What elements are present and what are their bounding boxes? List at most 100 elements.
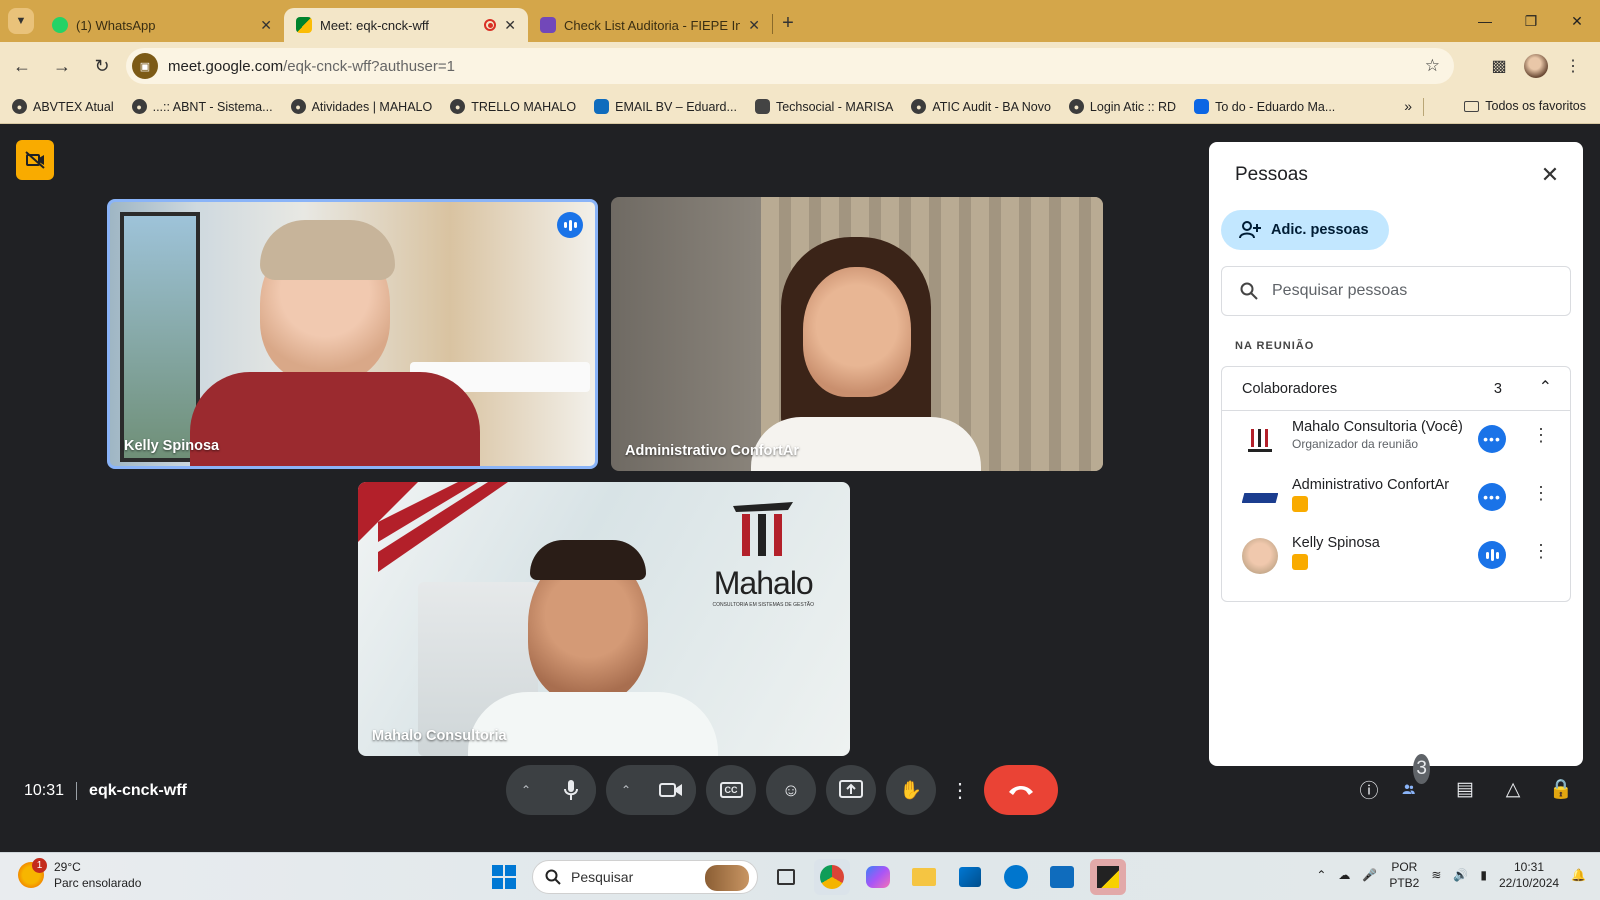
people-search-input[interactable] <box>1272 282 1542 300</box>
call-controls: ⌃ ⌃ CC ☺ ✋ ⋮ <box>506 764 1058 816</box>
more-horizontal-icon: ••• <box>1478 483 1506 511</box>
camera-off-indicator-icon[interactable] <box>16 140 54 180</box>
file-explorer-icon[interactable] <box>906 859 942 895</box>
video-options-icon[interactable]: ⌃ <box>606 765 646 815</box>
tab-whatsapp[interactable]: (1) WhatsApp ✕ <box>40 8 284 42</box>
video-tile-confortar[interactable]: Administrativo ConfortAr <box>611 197 1103 471</box>
bookmark-abvtex[interactable]: ● ABVTEX Atual <box>12 99 114 114</box>
battery-icon[interactable]: ▮ <box>1480 868 1487 882</box>
profile-avatar[interactable] <box>1524 54 1548 78</box>
input-language[interactable]: POR PTB2 <box>1389 859 1419 891</box>
minimize-icon[interactable]: — <box>1462 0 1508 42</box>
close-window-icon[interactable]: ✕ <box>1554 0 1600 42</box>
bookmark-abnt[interactable]: ● ...:: ABNT - Sistema... <box>131 99 273 114</box>
address-bar[interactable]: ▣ meet.google.com/eqk-cnck-wff?authuser=… <box>126 48 1454 84</box>
participant-row[interactable]: Administrativo ConfortAr ••• ⋮ <box>1222 469 1570 527</box>
participant-options-icon[interactable]: ⋮ <box>1532 425 1550 446</box>
globe-icon: ● <box>911 99 927 114</box>
microphone-in-use-icon[interactable]: 🎤 <box>1362 868 1377 882</box>
browser-menu-icon[interactable]: ⋮ <box>1558 51 1588 81</box>
bookmark-atic-audit[interactable]: ● ATIC Audit - BA Novo <box>911 99 1051 114</box>
globe-icon: ● <box>131 99 147 114</box>
tab-search-button[interactable]: ▼ <box>8 8 34 34</box>
bookmark-trello[interactable]: ● TRELLO MAHALO <box>450 99 576 114</box>
people-button[interactable]: 3 <box>1402 754 1432 804</box>
video-tile-mahalo[interactable]: Mahalo CONSULTORIA EM SISTEMAS DE GESTÃO… <box>358 482 850 756</box>
tab-meet[interactable]: Meet: eqk-cnck-wff ✕ <box>284 8 528 42</box>
site-info-icon[interactable]: ▣ <box>132 53 158 79</box>
notifications-bell-icon[interactable]: 🔔 <box>1571 868 1586 882</box>
activities-icon[interactable]: △ <box>1498 774 1528 804</box>
kelly-avatar <box>1242 538 1278 574</box>
tab-checklist[interactable]: Check List Auditoria - FIEPE Ind ✕ <box>528 8 772 42</box>
restore-icon[interactable]: ❐ <box>1508 0 1554 42</box>
show-hidden-icons-icon[interactable]: ⌃ <box>1316 868 1326 882</box>
new-tab-button[interactable]: + <box>773 8 803 38</box>
meeting-details-icon[interactable]: ⓘ <box>1354 774 1384 804</box>
forward-button[interactable]: → <box>44 48 80 84</box>
participant-row[interactable]: Kelly Spinosa ⋮ <box>1222 527 1570 585</box>
group-header[interactable]: Colaboradores 3 ⌃ <box>1222 367 1570 411</box>
reactions-button[interactable]: ☺ <box>766 765 816 815</box>
bookmark-label: Techsocial - MARISA <box>775 99 894 114</box>
chat-icon[interactable]: ▤ <box>1450 774 1480 804</box>
copilot-icon[interactable] <box>860 859 896 895</box>
onedrive-icon[interactable]: ☁ <box>1338 868 1350 882</box>
outlook-icon[interactable] <box>1044 859 1080 895</box>
camera-off-badge-icon <box>1292 554 1308 570</box>
volume-icon[interactable]: 🔊 <box>1453 868 1468 882</box>
sticky-notes-icon[interactable] <box>1090 859 1126 895</box>
bookmark-star-icon[interactable]: ☆ <box>1425 56 1440 76</box>
task-view-icon[interactable] <box>768 859 804 895</box>
search-highlight-image <box>705 865 749 891</box>
raise-hand-button[interactable]: ✋ <box>886 765 936 815</box>
audio-options-icon[interactable]: ⌃ <box>506 765 546 815</box>
bookmark-email[interactable]: EMAIL BV – Eduard... <box>594 99 737 114</box>
present-button[interactable] <box>826 765 876 815</box>
host-controls-icon[interactable]: 🔒 <box>1546 774 1576 804</box>
close-tab-icon[interactable]: ✕ <box>748 17 760 34</box>
microsoft-store-icon[interactable] <box>952 859 988 895</box>
microphone-button[interactable] <box>546 765 596 815</box>
leave-call-button[interactable] <box>984 765 1058 815</box>
wifi-icon[interactable]: ≋ <box>1431 868 1441 882</box>
weather-widget[interactable]: 1 29°C Parc ensolarado <box>18 858 141 891</box>
bookmark-atividades[interactable]: ● Atividades | MAHALO <box>290 99 432 114</box>
chevron-up-icon[interactable]: ⌃ <box>1539 377 1552 397</box>
system-clock[interactable]: 10:31 22/10/2024 <box>1499 859 1559 891</box>
all-bookmarks-button[interactable]: Todos os favoritos <box>1464 99 1586 113</box>
url-domain: meet.google.com <box>168 57 284 75</box>
clock-time: 10:31 <box>1514 860 1545 874</box>
bookmark-label: EMAIL BV – Eduard... <box>615 99 737 114</box>
close-tab-icon[interactable]: ✕ <box>504 17 516 34</box>
close-panel-button[interactable]: ✕ <box>1535 160 1565 190</box>
captions-button[interactable]: CC <box>706 765 756 815</box>
video-tile-kelly[interactable]: Kelly Spinosa <box>107 199 598 469</box>
camera-button[interactable] <box>646 765 696 815</box>
arrow-left-icon: ← <box>13 55 31 76</box>
url-text: meet.google.com/eqk-cnck-wff?authuser=1 <box>168 58 455 75</box>
add-people-button[interactable]: Adic. pessoas <box>1221 210 1389 250</box>
back-button[interactable]: ← <box>4 48 40 84</box>
more-options-icon[interactable]: ⋮ <box>946 765 974 815</box>
participant-row[interactable]: Mahalo Consultoria (Você) Organizador da… <box>1222 411 1570 469</box>
bookmark-label: ATIC Audit - BA Novo <box>932 99 1051 114</box>
chrome-icon[interactable] <box>814 859 850 895</box>
globe-icon: ● <box>12 99 27 114</box>
bookmark-techsocial[interactable]: Techsocial - MARISA <box>754 99 894 114</box>
more-bookmarks-icon[interactable]: » <box>1404 98 1412 114</box>
bookmark-login-atic[interactable]: ● Login Atic :: RD <box>1068 99 1176 114</box>
taskbar-search[interactable]: Pesquisar <box>532 860 758 894</box>
reload-button[interactable]: ↻ <box>84 48 120 84</box>
participant-options-icon[interactable]: ⋮ <box>1532 483 1550 504</box>
start-button[interactable] <box>486 859 522 895</box>
participant-hair <box>260 220 395 280</box>
close-tab-icon[interactable]: ✕ <box>260 17 272 34</box>
all-bookmarks-label: Todos os favoritos <box>1485 99 1586 113</box>
bookmark-todo[interactable]: To do - Eduardo Ma... <box>1194 99 1335 114</box>
dell-icon[interactable] <box>998 859 1034 895</box>
participant-options-icon[interactable]: ⋮ <box>1532 541 1550 562</box>
people-search[interactable] <box>1221 266 1571 316</box>
language-code: POR <box>1391 860 1418 874</box>
extensions-icon[interactable]: ▩ <box>1484 51 1514 81</box>
